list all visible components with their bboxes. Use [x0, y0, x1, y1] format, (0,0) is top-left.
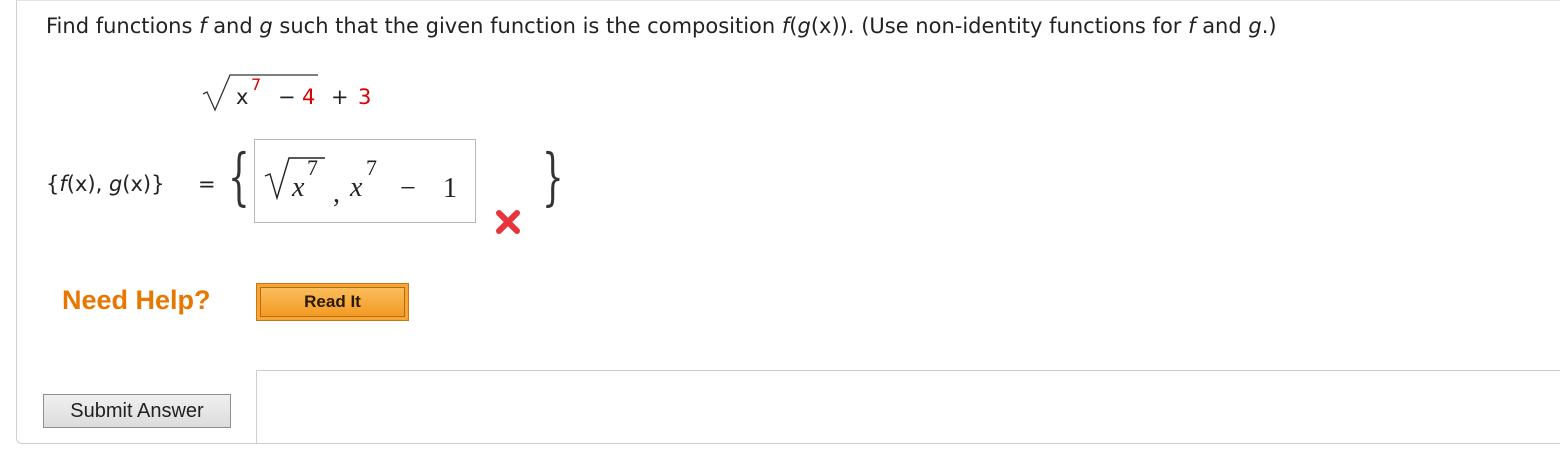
given-constant: 4: [302, 85, 316, 109]
comma: ,: [333, 178, 340, 209]
given-minus: −: [278, 85, 296, 109]
equals-sign: =: [198, 172, 216, 196]
answer-label: {f(x), g(x)}: [46, 172, 165, 196]
g-constant: 1: [443, 173, 457, 204]
g-exponent: 7: [366, 155, 377, 180]
left-brace: {: [228, 140, 250, 213]
question-text: Find functions f and g such that the giv…: [46, 14, 1277, 38]
f-variable: x: [292, 172, 305, 203]
given-plus: +: [331, 85, 349, 109]
g-variable: x: [350, 172, 363, 203]
need-help-label: Need Help?: [62, 285, 211, 315]
read-it-button[interactable]: Read It: [256, 283, 409, 321]
footer-divider-vertical: [256, 370, 257, 444]
f-exponent: 7: [307, 155, 318, 180]
right-brace: }: [542, 140, 564, 213]
given-added: 3: [358, 85, 372, 109]
incorrect-x-icon: [496, 210, 520, 234]
g-minus: −: [400, 173, 416, 204]
question-panel: [16, 0, 1560, 444]
given-exponent: 7: [251, 75, 262, 94]
read-it-label: Read It: [260, 287, 405, 317]
footer-divider: [256, 370, 1560, 371]
answer-input[interactable]: x 7 , x 7 − 1: [254, 139, 476, 223]
given-variable: x: [236, 85, 249, 109]
submit-answer-button[interactable]: Submit Answer: [43, 394, 231, 428]
